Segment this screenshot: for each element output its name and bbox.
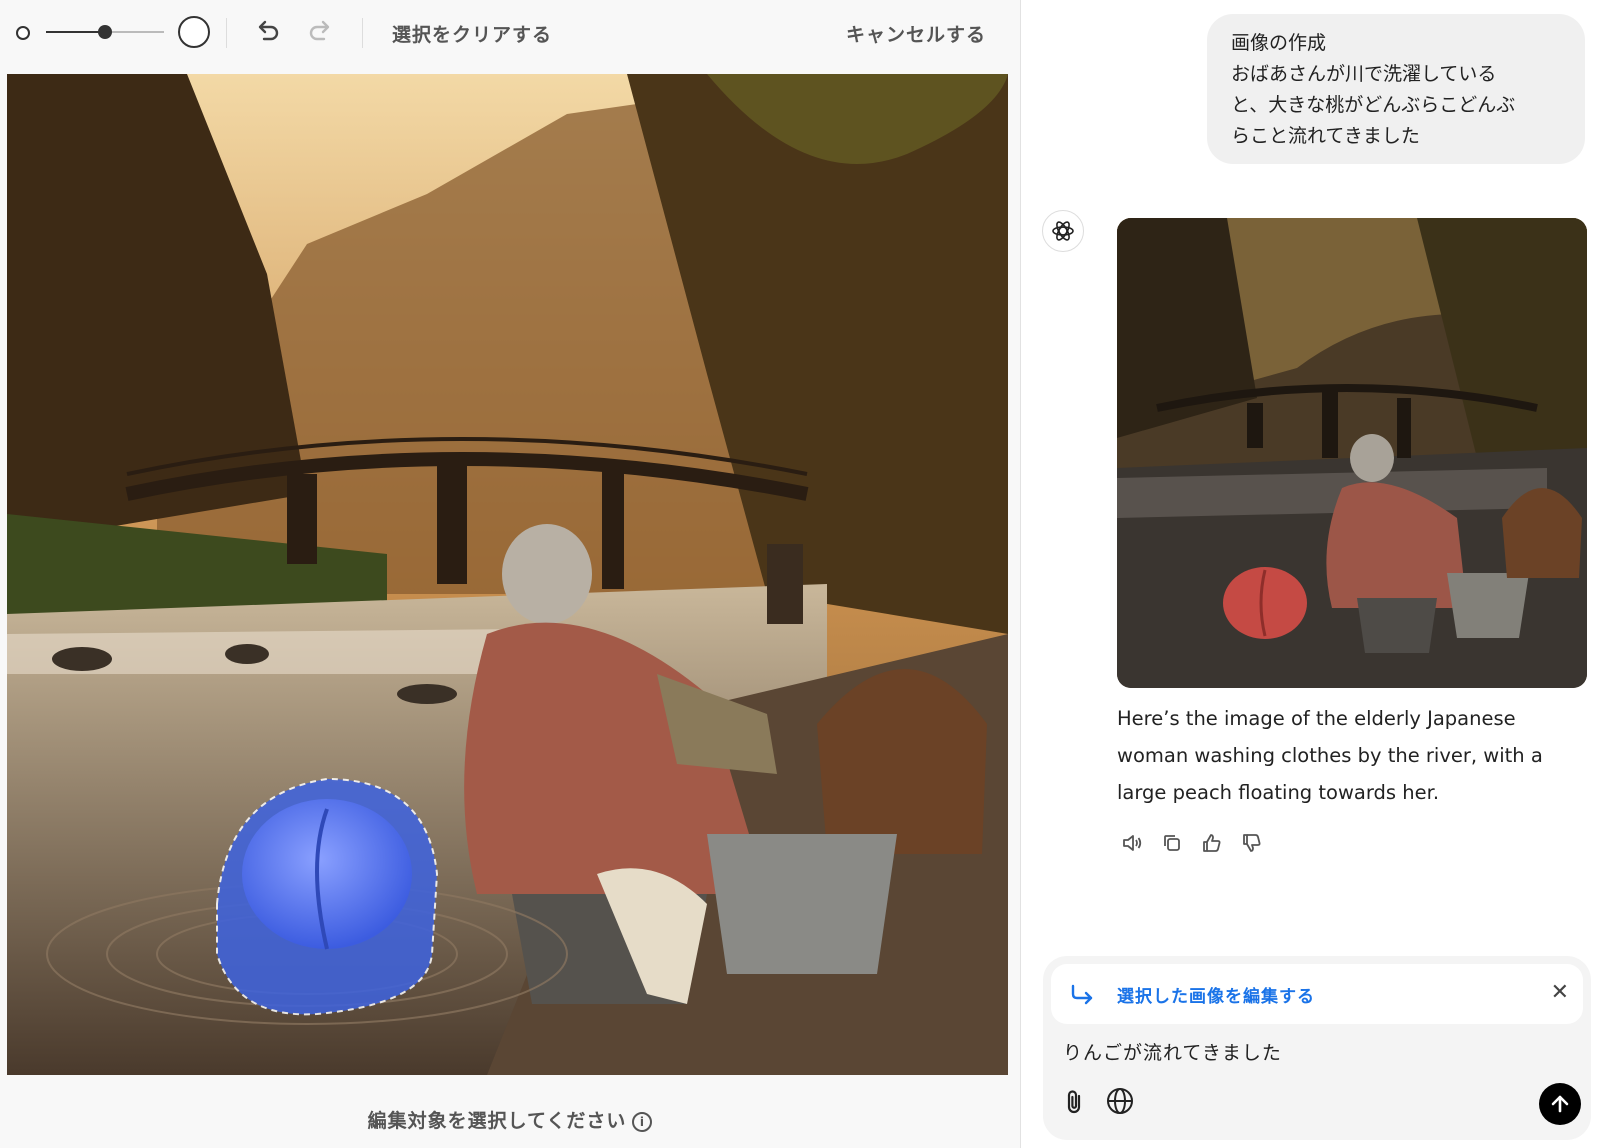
brush-large-icon[interactable] — [178, 16, 210, 48]
attach-icon[interactable] — [1061, 1088, 1089, 1116]
cancel-button[interactable]: キャンセルする — [846, 20, 986, 47]
prompt-input[interactable] — [1063, 1040, 1563, 1062]
send-button[interactable] — [1539, 1083, 1581, 1125]
thumbs-up-icon[interactable] — [1197, 828, 1227, 858]
assistant-message: Here’s the image of the elderly Japanese… — [1117, 707, 1543, 804]
globe-icon[interactable] — [1105, 1086, 1135, 1116]
message-composer: 選択した画像を編集する ✕ — [1043, 956, 1591, 1140]
assistant-avatar-icon — [1042, 210, 1084, 252]
user-message-line: おばあさんが川で洗濯している — [1231, 63, 1497, 85]
arrow-up-icon — [1551, 1095, 1569, 1113]
user-message-line: らこと流れてきました — [1231, 125, 1420, 147]
editable-image[interactable] — [7, 74, 1008, 1075]
speaker-icon[interactable] — [1117, 828, 1147, 858]
info-icon[interactable]: i — [632, 1111, 653, 1132]
edit-image-label: 選択した画像を編集する — [1117, 987, 1315, 1007]
user-message: 画像の作成 おばあさんが川で洗濯している と、大きな桃がどんぶらこどんぶ らこと… — [1207, 14, 1585, 164]
edit-image-chip: 選択した画像を編集する ✕ — [1051, 964, 1583, 1024]
selection-hint: 編集対象を選択してください i — [0, 1106, 1020, 1133]
chat-panel: 画像の作成 おばあさんが川で洗濯している と、大きな桃がどんぶらこどんぶ らこと… — [1021, 0, 1600, 1148]
copy-icon[interactable] — [1157, 828, 1187, 858]
selection-hint-text: 編集対象を選択してください — [367, 1110, 627, 1132]
user-message-line: と、大きな桃がどんぶらこどんぶ — [1231, 94, 1516, 116]
slider-fill — [46, 31, 105, 33]
message-actions — [1117, 828, 1267, 858]
user-message-line: 画像の作成 — [1231, 32, 1327, 54]
image-editor: 選択をクリアする キャンセルする 編集対象を選択してください i — [0, 0, 1020, 1148]
thumbs-down-icon[interactable] — [1237, 828, 1267, 858]
close-icon[interactable]: ✕ — [1551, 980, 1569, 1005]
brush-size-slider[interactable] — [46, 25, 164, 39]
undo-icon[interactable] — [252, 16, 284, 48]
reply-arrow-icon — [1069, 982, 1097, 1010]
toolbar-divider — [226, 18, 227, 48]
toolbar-divider — [362, 18, 363, 48]
slider-knob[interactable] — [98, 25, 112, 39]
redo-icon[interactable] — [304, 16, 336, 48]
generated-image[interactable] — [1117, 218, 1587, 688]
clear-selection-button[interactable]: 選択をクリアする — [392, 20, 552, 47]
brush-small-icon[interactable] — [16, 26, 30, 40]
editor-toolbar: 選択をクリアする キャンセルする — [0, 0, 1020, 66]
